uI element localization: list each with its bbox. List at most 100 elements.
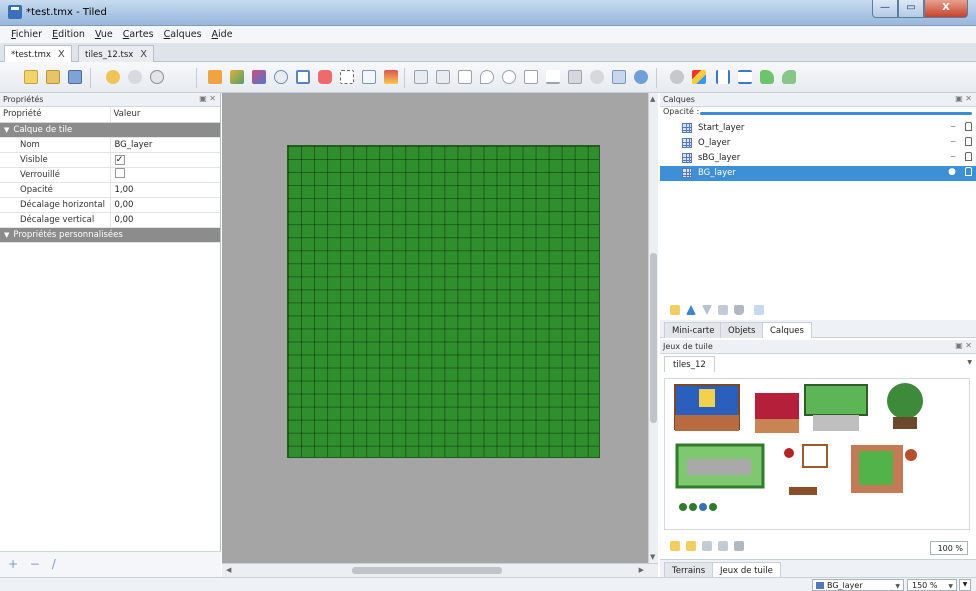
tab-minimap[interactable]: Mini-carte <box>664 322 723 338</box>
select-same-tile-icon[interactable] <box>384 70 398 84</box>
layer-item[interactable]: O_layer ⌣ <box>660 136 976 151</box>
export-tileset-icon[interactable] <box>702 541 712 551</box>
tile-map-grid[interactable] <box>287 145 600 458</box>
lower-layer-icon[interactable] <box>702 305 712 315</box>
flip-vertical-icon[interactable] <box>738 70 752 84</box>
delete-layer-icon[interactable] <box>734 305 744 315</box>
tileset-view[interactable] <box>664 378 970 530</box>
rotate-left-arrow-icon[interactable] <box>782 70 796 84</box>
command-icon[interactable] <box>150 70 164 84</box>
menu-calques[interactable]: Calques <box>159 26 207 43</box>
rectangle-fill-icon[interactable] <box>296 70 310 84</box>
lock-icon[interactable] <box>965 137 972 146</box>
open-icon[interactable] <box>46 70 60 84</box>
layer-item[interactable]: Start_layer ⌣ <box>660 121 976 136</box>
lock-icon[interactable] <box>965 122 972 131</box>
property-row[interactable]: Décalage vertical 0,00 <box>0 212 220 228</box>
insert-tile-icon[interactable] <box>568 70 582 84</box>
tileset-zoom-field[interactable]: 100 % <box>930 541 968 555</box>
rotate-left-icon[interactable] <box>670 70 684 84</box>
insert-rectangle-icon[interactable] <box>458 70 472 84</box>
scroll-left-icon[interactable]: ◀ <box>226 566 231 574</box>
tab-test-tmx[interactable]: *test.tmx X <box>4 45 72 62</box>
tab-objects[interactable]: Objets <box>720 322 764 338</box>
property-value[interactable]: BG_layer <box>110 137 220 153</box>
terrain-brush-icon[interactable] <box>230 70 244 84</box>
insert-text-icon[interactable] <box>612 70 626 84</box>
collapse-triangle-icon[interactable]: ▼ <box>4 231 9 239</box>
locked-checkbox[interactable] <box>114 168 125 178</box>
flip-colors-icon[interactable] <box>692 70 706 84</box>
insert-polyline-icon[interactable] <box>546 70 560 84</box>
edit-polygons-icon[interactable] <box>436 70 450 84</box>
show-hide-others-icon[interactable] <box>754 305 764 315</box>
bucket-fill-icon[interactable] <box>274 70 288 84</box>
lock-icon[interactable] <box>965 152 972 161</box>
close-tab-icon[interactable]: X <box>140 49 147 60</box>
add-layer-icon[interactable] <box>670 305 680 315</box>
property-row[interactable]: Verrouillé <box>0 167 220 183</box>
column-property[interactable]: Propriété <box>0 107 111 123</box>
visible-checkbox[interactable]: ✓ <box>114 154 125 165</box>
select-objects-icon[interactable] <box>414 70 428 84</box>
insert-ellipse-icon[interactable] <box>502 70 516 84</box>
property-row[interactable]: Visible ✓ <box>0 152 220 168</box>
property-value[interactable]: 1,00 <box>110 182 220 198</box>
visibility-eye-icon[interactable]: ⌣ <box>950 152 956 162</box>
property-row[interactable]: Nom BG_layer <box>0 137 220 153</box>
menu-edition[interactable]: Edition <box>47 26 90 43</box>
collapse-triangle-icon[interactable]: ▼ <box>4 126 9 134</box>
remove-property-icon[interactable]: − <box>30 557 40 571</box>
panel-float-close-icons[interactable]: ▣ ✕ <box>955 94 972 103</box>
menu-vue[interactable]: Vue <box>90 26 118 43</box>
visibility-eye-icon[interactable]: ⌣ <box>950 137 956 147</box>
close-button[interactable]: X <box>924 0 968 18</box>
insert-polygon-icon[interactable] <box>524 70 538 84</box>
undo-icon[interactable] <box>106 70 120 84</box>
current-layer-select[interactable]: BG_layer ▼ <box>812 579 904 591</box>
property-row[interactable]: Décalage horizontal 0,00 <box>0 197 220 213</box>
raise-layer-icon[interactable] <box>686 305 696 315</box>
stamp-brush-icon[interactable] <box>208 70 222 84</box>
rect-select-icon[interactable] <box>340 70 354 84</box>
property-value[interactable]: 0,00 <box>110 212 220 228</box>
mouse-hover-icon[interactable] <box>634 70 648 84</box>
new-map-icon[interactable] <box>24 70 38 84</box>
zoom-select[interactable]: 150 % ▼ <box>907 579 957 591</box>
random-brush-icon[interactable] <box>252 70 266 84</box>
scroll-down-icon[interactable]: ▼ <box>650 553 655 561</box>
tileset-menu-icon[interactable]: ▼ <box>967 359 972 366</box>
horizontal-scrollbar[interactable]: ◀ ▶ <box>222 563 658 577</box>
minimize-button[interactable]: — <box>872 0 898 18</box>
tileset-image[interactable] <box>665 379 970 530</box>
panel-float-close-icons[interactable]: ▣ ✕ <box>955 341 972 350</box>
save-icon[interactable] <box>68 70 82 84</box>
property-value[interactable]: 0,00 <box>110 197 220 213</box>
import-tileset-icon[interactable] <box>686 541 696 551</box>
visibility-eye-icon[interactable]: ● <box>948 167 956 177</box>
duplicate-layer-icon[interactable] <box>718 305 728 315</box>
layer-item-selected[interactable]: BG_layer ● <box>660 166 976 181</box>
rename-property-icon[interactable]: / <box>52 557 56 571</box>
tileset-properties-icon[interactable] <box>718 541 728 551</box>
tab-tileset-tiles12[interactable]: tiles_12 <box>664 356 715 372</box>
tab-tiles-tsx[interactable]: tiles_12.tsx X <box>78 45 155 62</box>
tab-terrains[interactable]: Terrains <box>664 562 714 578</box>
opacity-slider[interactable] <box>700 112 972 115</box>
menu-aide[interactable]: Aide <box>207 26 238 43</box>
delete-tileset-icon[interactable] <box>734 541 744 551</box>
maximize-button[interactable]: ▭ <box>898 0 924 18</box>
tab-tilesets[interactable]: Jeux de tuile <box>712 562 781 578</box>
tab-layers[interactable]: Calques <box>762 322 812 338</box>
panel-float-close-icons[interactable]: ▣ ✕ <box>199 94 216 103</box>
rotate-right-icon[interactable] <box>760 70 774 84</box>
map-canvas[interactable] <box>222 93 648 577</box>
property-row[interactable]: Opacité 1,00 <box>0 182 220 198</box>
group-custom-properties[interactable]: ▼ Propriétés personnalisées <box>0 227 220 243</box>
scroll-up-icon[interactable]: ▲ <box>650 95 655 103</box>
flip-horizontal-icon[interactable] <box>716 70 730 84</box>
redo-icon[interactable] <box>128 70 142 84</box>
status-extension-icon[interactable]: ▼ <box>959 579 971 591</box>
add-property-icon[interactable]: + <box>8 557 18 571</box>
insert-point-icon[interactable] <box>480 70 494 84</box>
